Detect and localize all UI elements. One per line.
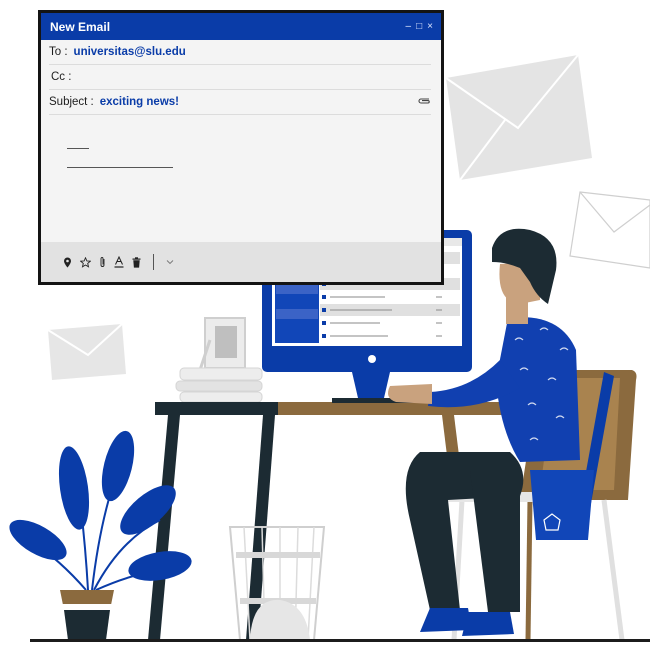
- body-text-line: [67, 148, 89, 149]
- paperclip-icon[interactable]: [417, 96, 431, 109]
- minimize-button[interactable]: –: [406, 21, 412, 32]
- close-button[interactable]: ×: [427, 21, 433, 32]
- chevron-down-icon[interactable]: [166, 259, 174, 265]
- cc-label: Cc :: [51, 71, 72, 83]
- compose-toolbar: [41, 242, 441, 282]
- to-field[interactable]: universitas@slu.edu: [74, 46, 186, 58]
- envelope-small: [47, 323, 126, 380]
- cc-field-row[interactable]: Cc :: [49, 65, 431, 90]
- to-label: To :: [49, 46, 68, 58]
- message-body[interactable]: [41, 115, 441, 250]
- maximize-button[interactable]: □: [416, 21, 422, 32]
- text-format-icon[interactable]: [114, 256, 124, 268]
- location-pin-icon[interactable]: [63, 257, 72, 268]
- picture-frame: [198, 317, 246, 371]
- subject-field-row[interactable]: Subject : exciting news!: [49, 90, 431, 115]
- email-compose-window[interactable]: New Email – □ × To : universitas@slu.edu…: [38, 10, 444, 285]
- title-bar: New Email – □ ×: [41, 13, 441, 40]
- to-field-row[interactable]: To : universitas@slu.edu: [49, 40, 431, 65]
- window-title: New Email: [50, 19, 111, 34]
- paperclip-icon[interactable]: [99, 256, 106, 268]
- waste-basket: [228, 526, 326, 641]
- window-controls: – □ ×: [406, 21, 433, 32]
- trash-icon[interactable]: [132, 256, 141, 268]
- book-stack: [175, 367, 263, 403]
- envelope-outline: [569, 191, 650, 269]
- body-text-line: [67, 167, 173, 168]
- subject-label: Subject :: [49, 96, 94, 108]
- toolbar-divider: [153, 254, 154, 270]
- subject-field[interactable]: exciting news!: [100, 96, 179, 108]
- floor-line: [30, 639, 650, 642]
- envelope-large: [445, 54, 592, 181]
- star-icon[interactable]: [80, 256, 91, 268]
